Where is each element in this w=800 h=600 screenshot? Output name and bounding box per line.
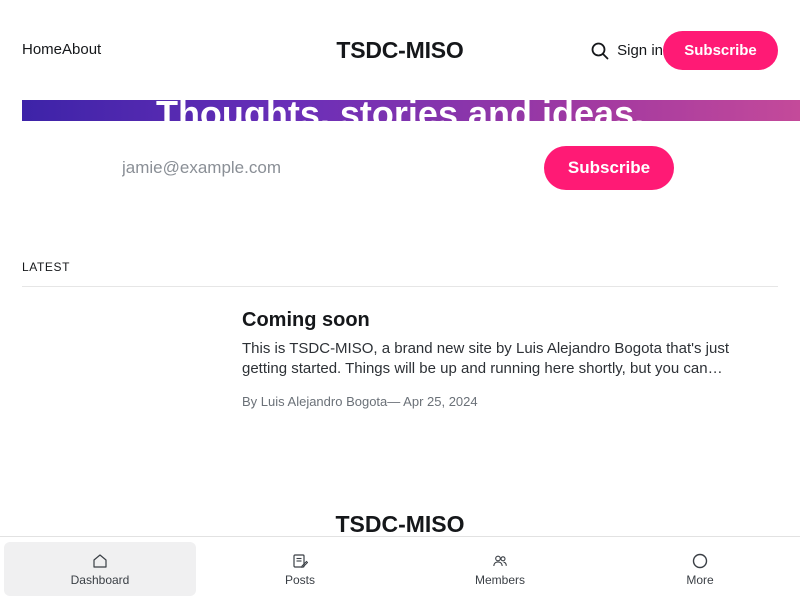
search-icon — [591, 42, 609, 59]
signin-link[interactable]: Sign in — [617, 41, 663, 61]
post-meta: By Luis Alejandro Bogota— Apr 25, 2024 — [242, 394, 762, 410]
tab-dashboard[interactable]: Dashboard — [4, 542, 196, 596]
subscribe-form: Subscribe — [0, 146, 800, 190]
posts-icon — [293, 554, 308, 568]
header-actions: Sign in Subscribe — [589, 31, 778, 70]
post-date: — Apr 25, 2024 — [387, 394, 478, 409]
tab-label: More — [686, 573, 714, 587]
search-button[interactable] — [589, 40, 611, 62]
more-icon — [692, 553, 708, 569]
section-label-latest: LATEST — [22, 260, 71, 274]
site-header: Home About TSDC-MISO Sign in Subscribe — [0, 0, 800, 100]
bottom-tab-bar: Dashboard Posts Members More — [0, 536, 800, 600]
form-subscribe-button[interactable]: Subscribe — [544, 146, 674, 190]
tab-label: Dashboard — [70, 573, 130, 587]
post-card[interactable]: Coming soon This is TSDC-MISO, a brand n… — [242, 308, 762, 410]
tab-more[interactable]: More — [604, 542, 796, 596]
post-excerpt: This is TSDC-MISO, a brand new site by L… — [242, 340, 729, 377]
tab-members[interactable]: Members — [404, 542, 596, 596]
hero-banner: Thoughts, stories and ideas. — [22, 100, 800, 121]
post-author: By Luis Alejandro Bogota — [242, 394, 388, 409]
email-input[interactable] — [110, 146, 530, 190]
tab-posts[interactable]: Posts — [204, 542, 396, 596]
members-icon — [493, 555, 507, 567]
footer-site-title[interactable]: TSDC-MISO — [0, 509, 800, 539]
home-icon — [93, 554, 107, 568]
tab-label: Posts — [284, 573, 315, 587]
tab-label: Members — [474, 573, 525, 587]
hero-title: Thoughts, stories and ideas. — [155, 100, 645, 121]
header-subscribe-button[interactable]: Subscribe — [663, 31, 778, 70]
section-divider — [22, 286, 778, 287]
post-title[interactable]: Coming soon — [242, 308, 762, 332]
